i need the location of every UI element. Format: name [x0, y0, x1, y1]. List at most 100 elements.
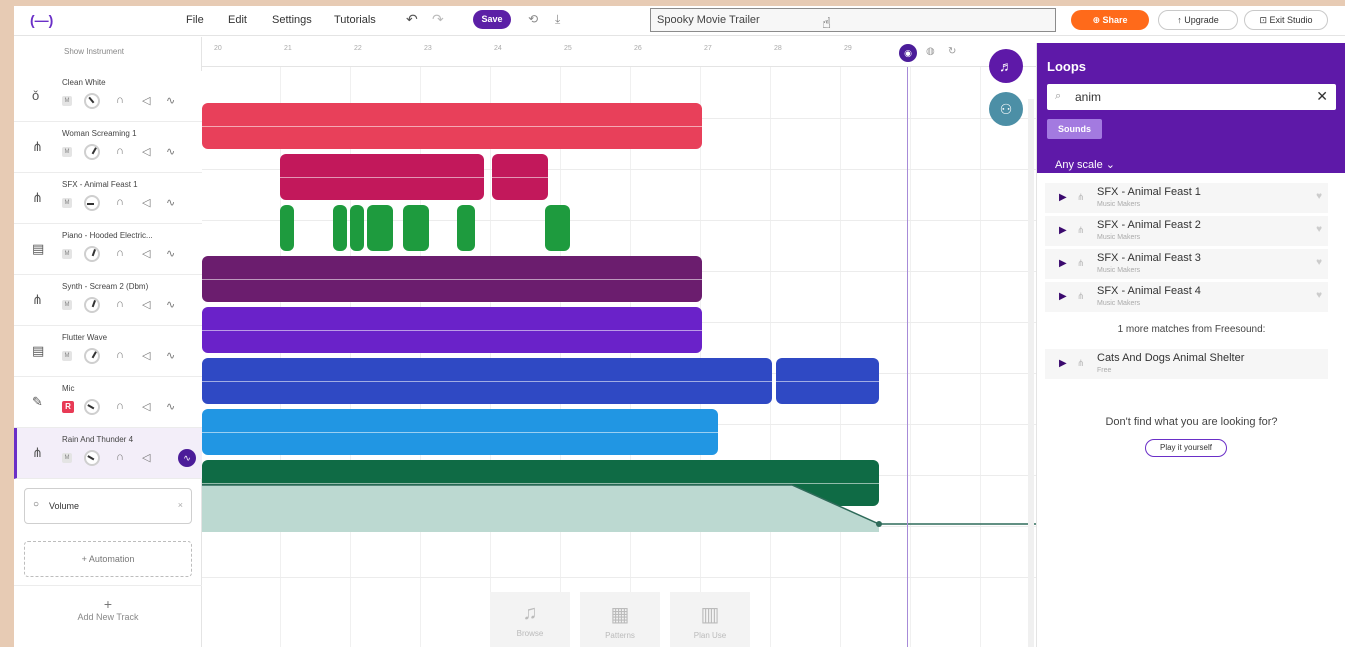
redo-icon[interactable]: ↷: [432, 11, 444, 28]
play-icon[interactable]: ▶: [1059, 225, 1067, 236]
mute-button[interactable]: M: [62, 300, 72, 310]
track-header[interactable]: ✎ Mic R ∩ ◁ ∿: [14, 377, 202, 428]
track-header[interactable]: ⋔ Synth - Scream 2 (Dbm) M ∩ ◁ ∿: [14, 275, 202, 326]
effects-icon[interactable]: ∿: [166, 298, 175, 311]
sounds-filter-chip[interactable]: Sounds: [1047, 119, 1102, 139]
play-it-yourself-button[interactable]: Play it yourself: [1145, 439, 1227, 457]
plan-use-button[interactable]: ▥ Plan Use: [670, 592, 750, 647]
loop-icon[interactable]: ↻: [948, 46, 956, 57]
audio-clip[interactable]: [403, 205, 429, 251]
loops-search-input[interactable]: ⌕ anim ✕: [1047, 84, 1336, 110]
audio-clip[interactable]: [280, 154, 484, 200]
volume-knob[interactable]: [84, 195, 100, 211]
volume-automation-lane[interactable]: ○ Volume ×: [24, 488, 192, 524]
speaker-icon[interactable]: ◁: [142, 196, 150, 209]
favorite-icon[interactable]: ♥: [1316, 290, 1322, 301]
track-header[interactable]: ⋔ SFX - Animal Feast 1 M ∩ ◁ ∿: [14, 173, 202, 224]
play-icon[interactable]: ▶: [1059, 291, 1067, 302]
record-arm-button[interactable]: R: [62, 401, 74, 413]
list-item[interactable]: ▶ ⋔ SFX - Animal Feast 1 Music Makers ♥: [1045, 183, 1328, 213]
play-icon[interactable]: ▶: [1059, 192, 1067, 203]
list-item[interactable]: ▶ ⋔ SFX - Animal Feast 3 Music Makers ♥: [1045, 249, 1328, 279]
speaker-icon[interactable]: ◁: [142, 247, 150, 260]
history-icon[interactable]: ⟲: [528, 12, 538, 26]
volume-knob[interactable]: [84, 348, 100, 364]
headphones-icon[interactable]: ∩: [116, 451, 124, 463]
mute-button[interactable]: M: [62, 249, 72, 259]
loops-toggle-button[interactable]: ♬: [989, 49, 1023, 83]
download-icon[interactable]: ⤓: [555, 12, 560, 27]
clear-search-icon[interactable]: ✕: [1316, 88, 1328, 105]
effects-icon[interactable]: ∿: [166, 145, 175, 158]
track-header[interactable]: ǒ Clean White M ∩ ◁ ∿: [14, 71, 202, 122]
menu-edit[interactable]: Edit: [228, 14, 247, 26]
logo-icon[interactable]: (—): [30, 12, 53, 28]
favorite-icon[interactable]: ♥: [1316, 191, 1322, 202]
audio-clip[interactable]: [367, 205, 393, 251]
speaker-icon[interactable]: ◁: [142, 400, 150, 413]
list-item[interactable]: ▶ ⋔ SFX - Animal Feast 2 Music Makers ♥: [1045, 216, 1328, 246]
effects-icon[interactable]: ∿: [166, 400, 175, 413]
headphones-icon[interactable]: ∩: [116, 94, 124, 106]
mute-button[interactable]: M: [62, 147, 72, 157]
menu-settings[interactable]: Settings: [272, 14, 312, 26]
playhead-handle-icon[interactable]: ◉: [899, 44, 917, 62]
timeline-area[interactable]: 20 21 22 23 24 25 26 27 28 29 ◉ ◍ ↻ ♫ Br…: [202, 37, 1036, 647]
speaker-icon[interactable]: ◁: [142, 451, 150, 464]
add-automation-button[interactable]: + Automation: [24, 541, 192, 577]
play-icon[interactable]: ▶: [1059, 258, 1067, 269]
mute-button[interactable]: M: [62, 96, 72, 106]
effects-active-icon[interactable]: ∿: [178, 449, 196, 467]
menu-file[interactable]: File: [186, 14, 204, 26]
mute-button[interactable]: M: [62, 351, 72, 361]
audio-clip[interactable]: [202, 256, 702, 302]
headphones-icon[interactable]: ∩: [116, 196, 124, 208]
add-new-track-button[interactable]: + Add New Track: [14, 585, 202, 647]
list-item[interactable]: ▶ ⋔ Cats And Dogs Animal Shelter Free: [1045, 349, 1328, 379]
collab-button[interactable]: ⚇: [989, 92, 1023, 126]
volume-automation-curve[interactable]: [202, 482, 1036, 532]
effects-icon[interactable]: ∿: [166, 196, 175, 209]
effects-icon[interactable]: ∿: [166, 349, 175, 362]
save-button[interactable]: Save: [473, 10, 511, 29]
headphones-icon[interactable]: ∩: [116, 298, 124, 310]
audio-clip[interactable]: [202, 409, 718, 455]
favorite-icon[interactable]: ♥: [1316, 224, 1322, 235]
upgrade-button[interactable]: ↑ Upgrade: [1158, 10, 1238, 30]
speaker-icon[interactable]: ◁: [142, 298, 150, 311]
audio-clip[interactable]: [202, 307, 702, 353]
project-title-input[interactable]: Spooky Movie Trailer: [650, 8, 1056, 32]
vertical-scrollbar[interactable]: [1028, 99, 1034, 647]
headphones-icon[interactable]: ∩: [116, 400, 124, 412]
favorite-icon[interactable]: ♥: [1316, 257, 1322, 268]
volume-knob[interactable]: [84, 399, 100, 415]
patterns-button[interactable]: ▦ Patterns: [580, 592, 660, 647]
share-button[interactable]: ⊕ Share: [1071, 10, 1149, 30]
track-header[interactable]: ⋔ Woman Screaming 1 M ∩ ◁ ∿: [14, 122, 202, 173]
list-item[interactable]: ▶ ⋔ SFX - Animal Feast 4 Music Makers ♥: [1045, 282, 1328, 312]
track-header[interactable]: ▤ Piano - Hooded Electric... M ∩ ◁ ∿: [14, 224, 202, 275]
scale-dropdown[interactable]: Any scale ⌄: [1055, 158, 1115, 171]
undo-icon[interactable]: ↶: [406, 11, 418, 28]
speaker-icon[interactable]: ◁: [142, 349, 150, 362]
headphones-icon[interactable]: ∩: [116, 349, 124, 361]
audio-clip[interactable]: [492, 154, 548, 200]
close-icon[interactable]: ×: [178, 500, 183, 510]
audio-clip[interactable]: [202, 358, 772, 404]
show-instrument-toggle[interactable]: Show Instrument: [64, 47, 124, 56]
audio-clip[interactable]: [333, 205, 347, 251]
effects-icon[interactable]: ∿: [166, 247, 175, 260]
speaker-icon[interactable]: ◁: [142, 145, 150, 158]
headphones-icon[interactable]: ∩: [116, 145, 124, 157]
track-header[interactable]: ▤ Flutter Wave M ∩ ◁ ∿: [14, 326, 202, 377]
track-header-selected[interactable]: ⋔ Rain And Thunder 4 M ∩ ◁ ∿: [14, 428, 202, 479]
volume-knob[interactable]: [84, 93, 100, 109]
mute-button[interactable]: M: [62, 198, 72, 208]
volume-knob[interactable]: [84, 246, 100, 262]
speaker-icon[interactable]: ◁: [142, 94, 150, 107]
audio-clip[interactable]: [202, 103, 702, 149]
effects-icon[interactable]: ∿: [166, 94, 175, 107]
volume-knob[interactable]: [84, 297, 100, 313]
audio-clip[interactable]: [457, 205, 475, 251]
exit-studio-button[interactable]: ⊡ Exit Studio: [1244, 10, 1328, 30]
